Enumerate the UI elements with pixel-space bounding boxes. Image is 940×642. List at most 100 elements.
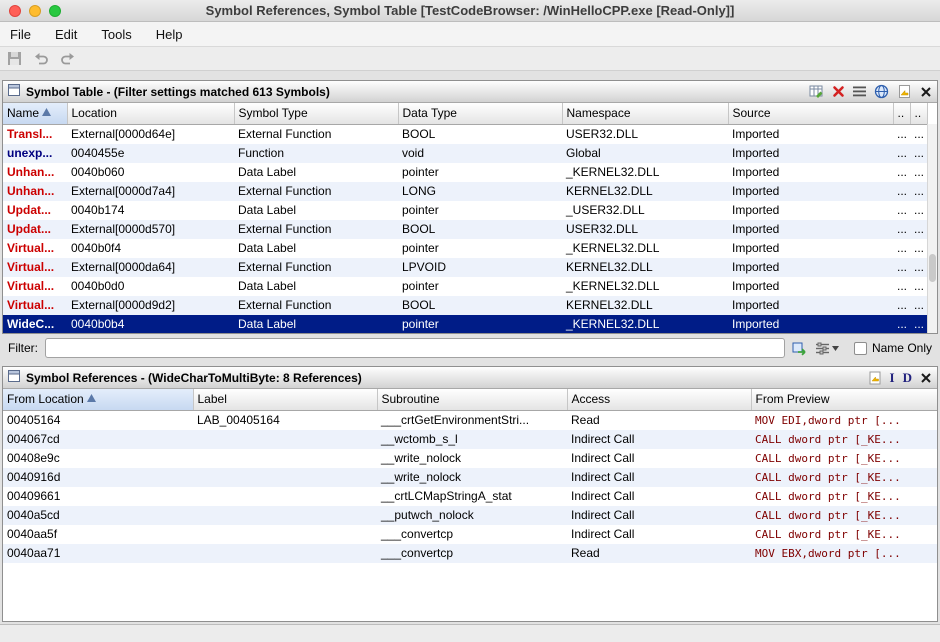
menu-file[interactable]: File [10,27,31,42]
symbol-table-row[interactable]: Virtual...External[0000d9d2]External Fun… [3,296,927,315]
symbol-cell[interactable]: _KERNEL32.DLL [562,277,728,296]
name-only-checkbox[interactable]: Name Only [854,341,932,355]
preview-cell[interactable]: CALL dword ptr [_KE... [751,449,937,468]
symbol-cell[interactable]: ... [910,258,927,277]
macos-close-button[interactable] [9,5,21,17]
symbol-cell[interactable]: ... [893,220,910,239]
reference-cell[interactable]: Read [567,410,751,430]
symbol-cell[interactable]: pointer [398,315,562,334]
reference-cell[interactable]: ___crtGetEnvironmentStri... [377,410,567,430]
symbol-cell[interactable]: USER32.DLL [562,124,728,144]
symbol-cell[interactable]: External[0000d9d2] [67,296,234,315]
filter-input[interactable] [45,338,785,358]
reference-row[interactable]: 0040a5cd__putwch_nolockIndirect CallCALL… [3,506,937,525]
filter-settings-icon[interactable] [815,342,839,355]
instruction-references-toggle-icon[interactable]: I [890,371,895,384]
symbol-table-panel-header[interactable]: Symbol Table - (Filter settings matched … [3,81,937,103]
symbol-cell[interactable]: ... [910,124,927,144]
symbol-cell[interactable]: Imported [728,163,893,182]
symbol-cell[interactable]: 0040b174 [67,201,234,220]
symbol-cell[interactable]: _KERNEL32.DLL [562,239,728,258]
symbol-cell[interactable]: ... [910,277,927,296]
symbol-cell[interactable]: 0040b0f4 [67,239,234,258]
symbol-cell[interactable]: Data Label [234,277,398,296]
column-header-namespace[interactable]: Namespace [562,103,728,124]
preview-cell[interactable]: CALL dword ptr [_KE... [751,468,937,487]
symbol-cell[interactable]: ... [893,296,910,315]
reference-cell[interactable]: Read [567,544,751,563]
macos-zoom-button[interactable] [49,5,61,17]
vertical-scrollbar[interactable] [927,124,937,333]
reference-cell[interactable] [193,525,377,544]
symbol-cell[interactable]: BOOL [398,124,562,144]
reference-cell[interactable] [193,468,377,487]
symbol-cell[interactable]: KERNEL32.DLL [562,182,728,201]
reference-cell[interactable]: LAB_00405164 [193,410,377,430]
symbol-cell[interactable]: Imported [728,315,893,334]
column-header-offcut[interactable]: .. [910,103,927,124]
make-selection-icon[interactable] [853,86,866,97]
column-header-data-type[interactable]: Data Type [398,103,562,124]
symbol-cell[interactable]: BOOL [398,220,562,239]
symbol-name-cell[interactable]: unexp... [3,144,67,163]
symbol-table-row[interactable]: WideC...0040b0b4Data Labelpointer_KERNEL… [3,315,927,334]
preview-cell[interactable]: MOV EBX,dword ptr [... [751,544,937,563]
symbol-cell[interactable]: ... [893,182,910,201]
symbol-cell[interactable]: External Function [234,124,398,144]
filter-action-icon[interactable] [792,341,808,356]
symbol-cell[interactable]: void [398,144,562,163]
symbol-cell[interactable]: External[0000da64] [67,258,234,277]
menu-tools[interactable]: Tools [101,27,131,42]
reference-row[interactable]: 00409661__crtLCMapStringA_statIndirect C… [3,487,937,506]
symbol-table-row[interactable]: Virtual...External[0000da64]External Fun… [3,258,927,277]
reference-cell[interactable]: __putwch_nolock [377,506,567,525]
symbol-cell[interactable]: ... [910,296,927,315]
symbol-cell[interactable]: LONG [398,182,562,201]
symbol-cell[interactable]: ... [910,201,927,220]
symbol-table-row[interactable]: unexp...0040455eFunctionvoidGlobalImport… [3,144,927,163]
symbol-cell[interactable]: Data Label [234,315,398,334]
symbol-table-row[interactable]: Transl...External[0000d64e]External Func… [3,124,927,144]
column-header-source[interactable]: Source [728,103,893,124]
column-header-name[interactable]: Name [3,103,67,124]
column-header-access[interactable]: Access [567,389,751,410]
reference-cell[interactable]: Indirect Call [567,487,751,506]
symbol-cell[interactable]: ... [893,258,910,277]
symbol-cell[interactable]: Imported [728,277,893,296]
reference-cell[interactable]: __crtLCMapStringA_stat [377,487,567,506]
symbol-cell[interactable]: Data Label [234,163,398,182]
reference-row[interactable]: 00408e9c__write_nolockIndirect CallCALL … [3,449,937,468]
clear-symbols-icon[interactable] [832,85,845,98]
reference-cell[interactable]: 00405164 [3,410,193,430]
symbol-cell[interactable]: LPVOID [398,258,562,277]
symbol-cell[interactable]: USER32.DLL [562,220,728,239]
symbol-cell[interactable]: 0040b060 [67,163,234,182]
symbol-cell[interactable]: External Function [234,220,398,239]
preview-cell[interactable]: CALL dword ptr [_KE... [751,430,937,449]
column-header-location[interactable]: Location [67,103,234,124]
symbol-table-row[interactable]: Updat...External[0000d570]External Funct… [3,220,927,239]
symbol-cell[interactable]: Imported [728,144,893,163]
reference-cell[interactable]: Indirect Call [567,430,751,449]
preview-cell[interactable]: CALL dword ptr [_KE... [751,487,937,506]
symbol-cell[interactable]: KERNEL32.DLL [562,296,728,315]
reference-row[interactable]: 004067cd__wctomb_s_lIndirect CallCALL dw… [3,430,937,449]
reference-cell[interactable]: 0040916d [3,468,193,487]
symbol-cell[interactable]: KERNEL32.DLL [562,258,728,277]
data-references-toggle-icon[interactable]: D [903,371,912,384]
symbol-cell[interactable]: ... [893,163,910,182]
preview-cell[interactable]: MOV EDI,dword ptr [... [751,410,937,430]
reference-cell[interactable]: Indirect Call [567,449,751,468]
reference-cell[interactable]: Indirect Call [567,468,751,487]
snapshot-icon[interactable] [897,84,912,99]
symbol-cell[interactable]: BOOL [398,296,562,315]
symbol-cell[interactable]: ... [893,277,910,296]
symbol-cell[interactable]: pointer [398,277,562,296]
symbol-cell[interactable]: ... [910,182,927,201]
symbol-cell[interactable]: 0040455e [67,144,234,163]
symbol-cell[interactable]: ... [910,163,927,182]
symbol-cell[interactable]: ... [893,144,910,163]
checkbox-box[interactable] [854,342,867,355]
symbol-cell[interactable]: _KERNEL32.DLL [562,315,728,334]
symbol-cell[interactable]: 0040b0b4 [67,315,234,334]
